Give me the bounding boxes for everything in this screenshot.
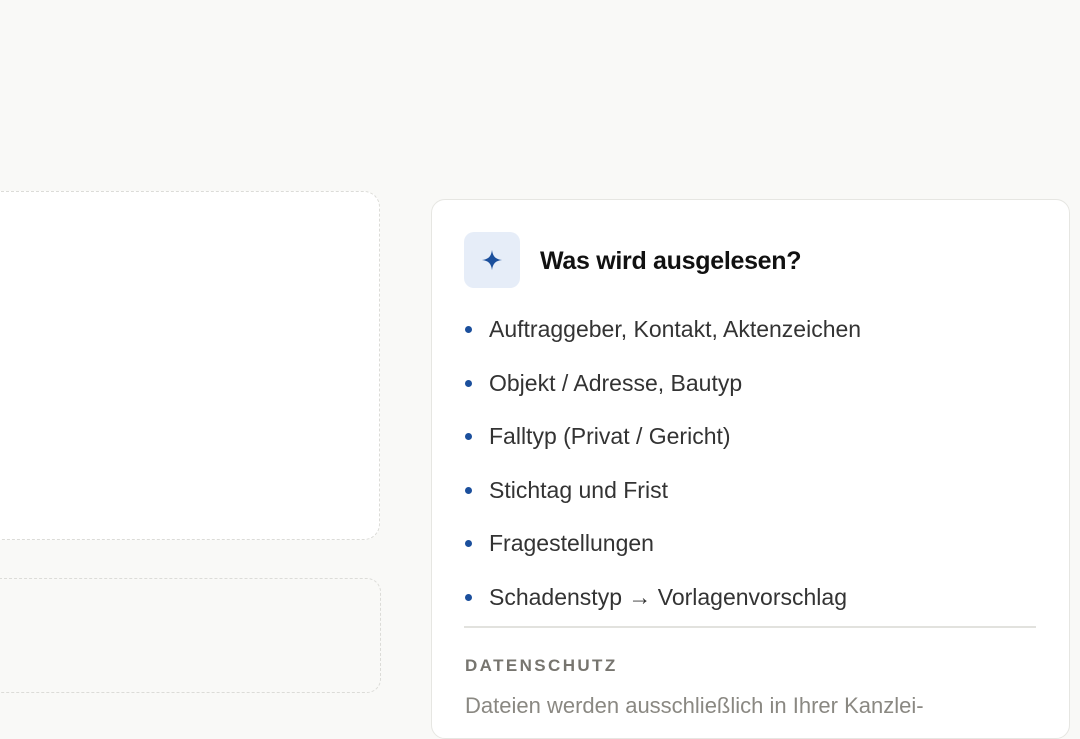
list-item: Falltyp (Privat / Gericht)	[464, 410, 861, 464]
extraction-info-card: Was wird ausgelesen? Auftraggeber, Konta…	[431, 199, 1070, 739]
list-item-label: Stichtag und Frist	[489, 476, 668, 503]
sparkle-icon	[464, 232, 520, 288]
bullet-icon	[465, 433, 472, 441]
bullet-icon	[465, 540, 472, 548]
list-item-label: Auftraggeber, Kontakt, Aktenzeichen	[489, 316, 862, 343]
privacy-text: Dateien werden ausschließlich in Ihrer K…	[465, 693, 924, 718]
sparkle-icon-glyph	[481, 249, 503, 271]
list-item: Schadenstyp → Vorlagenvorschlag	[464, 571, 861, 625]
list-item-label: Falltyp (Privat / Gericht)	[489, 423, 731, 450]
list-item: Stichtag und Frist	[464, 464, 861, 518]
list-item-label: Schadenstyp → Vorlagenvorschlag	[489, 583, 847, 610]
list-item-label: Fragestellungen	[489, 530, 654, 557]
card-title: Was wird ausgelesen?	[540, 247, 802, 275]
upload-dropzone[interactable]	[0, 191, 380, 540]
bullet-icon	[465, 326, 472, 334]
privacy-section-label: DATENSCHUTZ	[465, 656, 618, 675]
extracted-fields-list: Auftraggeber, Kontakt, Aktenzeichen Obje…	[464, 303, 861, 624]
list-item-label: Objekt / Adresse, Bautyp	[489, 369, 743, 396]
secondary-dropzone[interactable]	[0, 578, 381, 693]
bullet-icon	[465, 379, 472, 387]
divider	[464, 626, 1036, 628]
list-item: Auftraggeber, Kontakt, Aktenzeichen	[464, 303, 861, 357]
list-item: Objekt / Adresse, Bautyp	[464, 357, 861, 411]
list-item: Fragestellungen	[464, 517, 861, 571]
bullet-icon	[465, 593, 472, 601]
bullet-icon	[465, 486, 472, 494]
